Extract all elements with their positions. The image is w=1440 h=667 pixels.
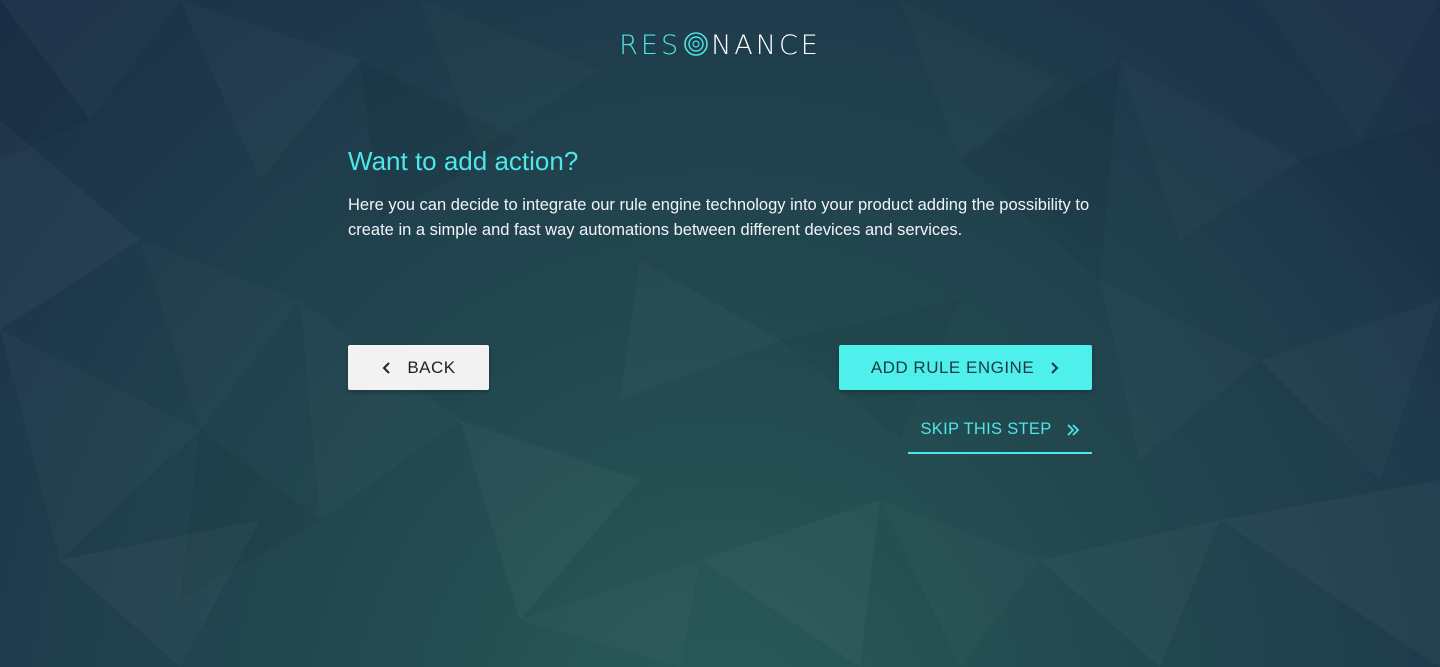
add-rule-engine-button-label: ADD RULE ENGINE: [870, 357, 1035, 377]
logo-text-res: RES: [619, 30, 682, 61]
page-description: Here you can decide to integrate our rul…: [348, 196, 1090, 239]
main-content: Want to add action? Here you can decide …: [348, 143, 1092, 243]
double-chevron-right-icon: [1066, 423, 1080, 437]
logo-text-nance: NANCE: [711, 30, 821, 61]
skip-step-link[interactable]: SKIP THIS STEP: [908, 420, 1092, 454]
back-button[interactable]: BACK: [348, 345, 489, 390]
back-button-label: BACK: [407, 357, 456, 377]
skip-step-label: SKIP THIS STEP: [920, 420, 1052, 438]
chevron-right-icon: [1050, 361, 1060, 375]
add-rule-engine-button[interactable]: ADD RULE ENGINE: [839, 345, 1092, 390]
concentric-circles-icon: [682, 30, 710, 58]
page-title: Want to add action?: [348, 146, 579, 176]
chevron-left-icon: [381, 361, 391, 375]
low-poly-background: [0, 0, 1440, 600]
resonance-logo: RES NANCE: [0, 30, 1440, 62]
